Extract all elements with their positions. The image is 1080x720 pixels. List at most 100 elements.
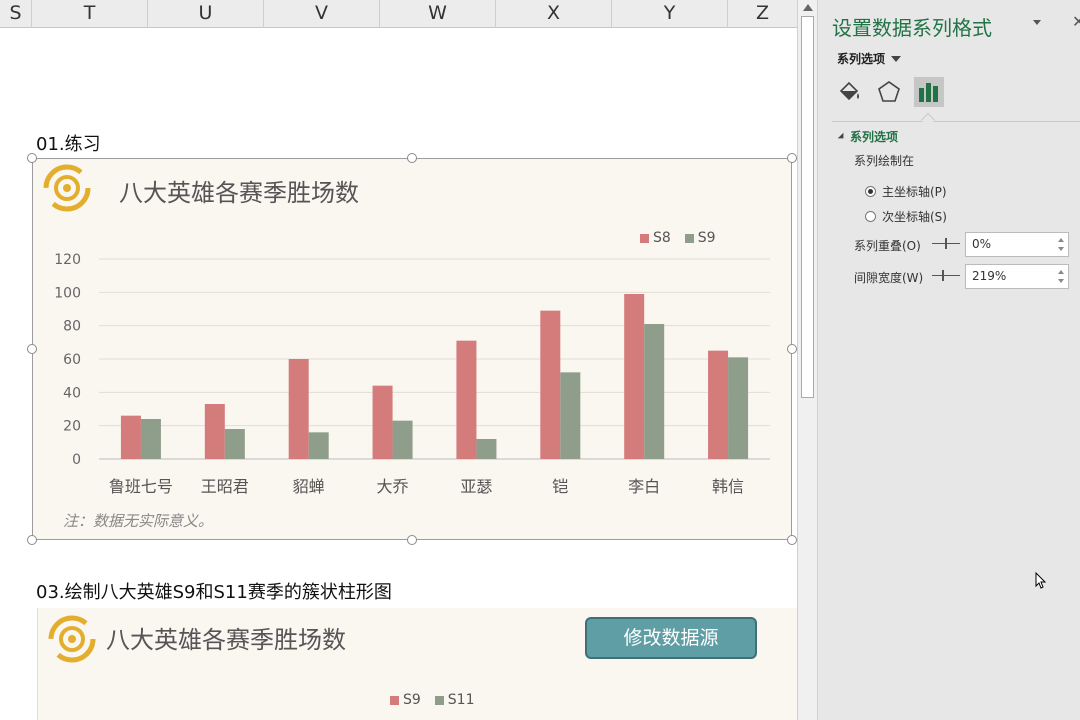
- legend-swatch-s9: [390, 695, 399, 705]
- series-overlap-input[interactable]: 0%: [965, 232, 1069, 257]
- x-tick-label: 铠: [552, 477, 568, 496]
- vertical-scrollbar[interactable]: [797, 0, 817, 720]
- chevron-down-icon: [891, 55, 902, 62]
- legend-item-s9[interactable]: S9: [390, 692, 421, 708]
- chart-area[interactable]: 八大英雄各赛季胜场数 S8 S9 0 20 40 60 80 100 120 鲁班七号 王昭君貂…: [32, 158, 792, 540]
- bar-s8-4[interactable]: [456, 340, 477, 459]
- resize-handle-top-right[interactable]: [787, 153, 797, 163]
- column-header-x[interactable]: X: [496, 0, 612, 28]
- column-header-z[interactable]: Z: [728, 0, 797, 28]
- legend-item-s11[interactable]: S11: [434, 692, 475, 708]
- format-data-series-pane: 设置数据系列格式 ✕ 系列选项 系列选项 系列绘制在 主坐标轴(P) 次坐标轴(…: [817, 0, 1080, 720]
- bar-s8-0[interactable]: [120, 415, 141, 459]
- bar-s8-5[interactable]: [540, 310, 561, 459]
- worksheet[interactable]: S T U V W X Y Z 01.练习 八大英雄各赛季胜场数 S8 S9 0…: [0, 0, 797, 720]
- column-headers: S T U V W X Y Z: [0, 0, 797, 28]
- spin-down-icon[interactable]: [1058, 279, 1064, 283]
- section-label: 系列选项: [850, 130, 899, 144]
- bar-s9-7[interactable]: [728, 357, 749, 459]
- radio-secondary-axis[interactable]: 次坐标轴(S): [865, 208, 947, 225]
- fill-line-icon[interactable]: [834, 77, 864, 107]
- bar-s8-2[interactable]: [288, 359, 309, 459]
- radio-button-checked[interactable]: [865, 186, 876, 197]
- y-tick-label: 100: [54, 285, 81, 301]
- legend-label-s11: S11: [447, 692, 475, 708]
- series-overlap-value: 0%: [972, 237, 992, 251]
- spin-down-icon[interactable]: [1058, 247, 1064, 251]
- bar-s9-5[interactable]: [560, 372, 581, 459]
- column-header-v[interactable]: V: [264, 0, 380, 28]
- resize-handle-top[interactable]: [407, 153, 417, 163]
- bar-s8-3[interactable]: [372, 385, 393, 459]
- modify-data-source-button[interactable]: 修改数据源: [585, 617, 757, 659]
- resize-handle-left[interactable]: [27, 344, 37, 354]
- bar-s9-0[interactable]: [140, 419, 161, 459]
- resize-handle-right[interactable]: [787, 344, 797, 354]
- chart-2-title[interactable]: 八大英雄各赛季胜场数: [106, 620, 346, 655]
- pane-divider: [832, 121, 1080, 122]
- scrollbar-thumb[interactable]: [801, 16, 814, 398]
- chart-area-2[interactable]: 八大英雄各赛季胜场数 修改数据源 S9 S11: [37, 608, 797, 720]
- effects-icon[interactable]: [874, 77, 904, 107]
- resize-handle-bottom-right[interactable]: [787, 535, 797, 545]
- x-tick-label: 韩信: [712, 477, 744, 496]
- gap-width-input[interactable]: 219%: [965, 264, 1069, 289]
- chart-note: 注：数据无实际意义。: [63, 512, 214, 530]
- tab-pointer: [920, 112, 936, 128]
- series-options-dropdown-label: 系列选项: [837, 52, 886, 66]
- x-tick-label: 鲁班七号: [109, 477, 173, 496]
- y-tick-label: 40: [63, 385, 81, 401]
- plot-area[interactable]: 0 20 40 60 80 100 120 鲁班七号 王昭君 貂蝉 大乔 亚瑟 铠 李白 韩信: [33, 159, 793, 541]
- column-header-y[interactable]: Y: [612, 0, 728, 28]
- resize-handle-bottom[interactable]: [407, 535, 417, 545]
- scroll-up-icon[interactable]: [803, 4, 813, 11]
- bar-s9-6[interactable]: [644, 324, 665, 459]
- gap-width-slider[interactable]: [932, 270, 960, 282]
- chart-2-legend[interactable]: S9 S11: [390, 692, 475, 708]
- bar-s9-2[interactable]: [308, 432, 329, 459]
- pane-title: 设置数据系列格式: [832, 16, 992, 40]
- radio-primary-label: 主坐标轴(P): [882, 185, 947, 199]
- series-options-icon[interactable]: [914, 77, 944, 107]
- series-options-section-header[interactable]: 系列选项: [837, 128, 899, 145]
- gap-width-value: 219%: [972, 269, 1007, 283]
- collapse-icon: [837, 132, 847, 141]
- bar-s9-4[interactable]: [476, 439, 497, 459]
- radio-button[interactable]: [865, 211, 876, 222]
- spin-up-icon[interactable]: [1058, 238, 1064, 242]
- column-header-t[interactable]: T: [32, 0, 148, 28]
- bar-s9-3[interactable]: [392, 420, 413, 459]
- x-tick-label: 貂蝉: [293, 477, 325, 496]
- spin-up-icon[interactable]: [1058, 270, 1064, 274]
- y-tick-label: 60: [63, 352, 81, 368]
- y-tick-label: 80: [63, 319, 81, 335]
- radio-primary-axis[interactable]: 主坐标轴(P): [865, 183, 947, 200]
- legend-swatch-s11: [434, 695, 444, 705]
- section-title-03: 03.绘制八大英雄S9和S11赛季的簇状柱形图: [36, 582, 392, 603]
- x-tick-label: 王昭君: [201, 477, 249, 496]
- x-tick-label: 大乔: [377, 477, 409, 496]
- column-header-s[interactable]: S: [0, 0, 32, 28]
- y-tick-label: 20: [63, 419, 81, 435]
- y-tick-label: 0: [72, 452, 81, 468]
- mouse-cursor-icon: [1035, 572, 1047, 589]
- logo-icon: [48, 615, 96, 663]
- bar-s8-1[interactable]: [204, 404, 225, 459]
- section-title-01: 01.练习: [36, 134, 101, 155]
- close-icon[interactable]: ✕: [1072, 12, 1080, 31]
- bar-s9-1[interactable]: [224, 429, 245, 459]
- bar-s8-6[interactable]: [624, 294, 645, 459]
- plot-series-on-label: 系列绘制在: [854, 154, 915, 168]
- y-tick-label: 120: [54, 252, 81, 268]
- column-header-u[interactable]: U: [148, 0, 264, 28]
- gap-width-label: 间隙宽度(W): [854, 271, 924, 285]
- resize-handle-bottom-left[interactable]: [27, 535, 37, 545]
- resize-handle-top-left[interactable]: [27, 153, 37, 163]
- column-header-w[interactable]: W: [380, 0, 496, 28]
- x-tick-label: 亚瑟: [460, 477, 492, 496]
- bar-s8-7[interactable]: [708, 350, 729, 459]
- series-overlap-slider[interactable]: [932, 238, 960, 250]
- pane-options-dropdown-icon[interactable]: [1033, 20, 1041, 25]
- series-options-dropdown[interactable]: 系列选项: [837, 50, 902, 67]
- excel-window: S T U V W X Y Z 01.练习 八大英雄各赛季胜场数 S8 S9 0…: [0, 0, 1080, 720]
